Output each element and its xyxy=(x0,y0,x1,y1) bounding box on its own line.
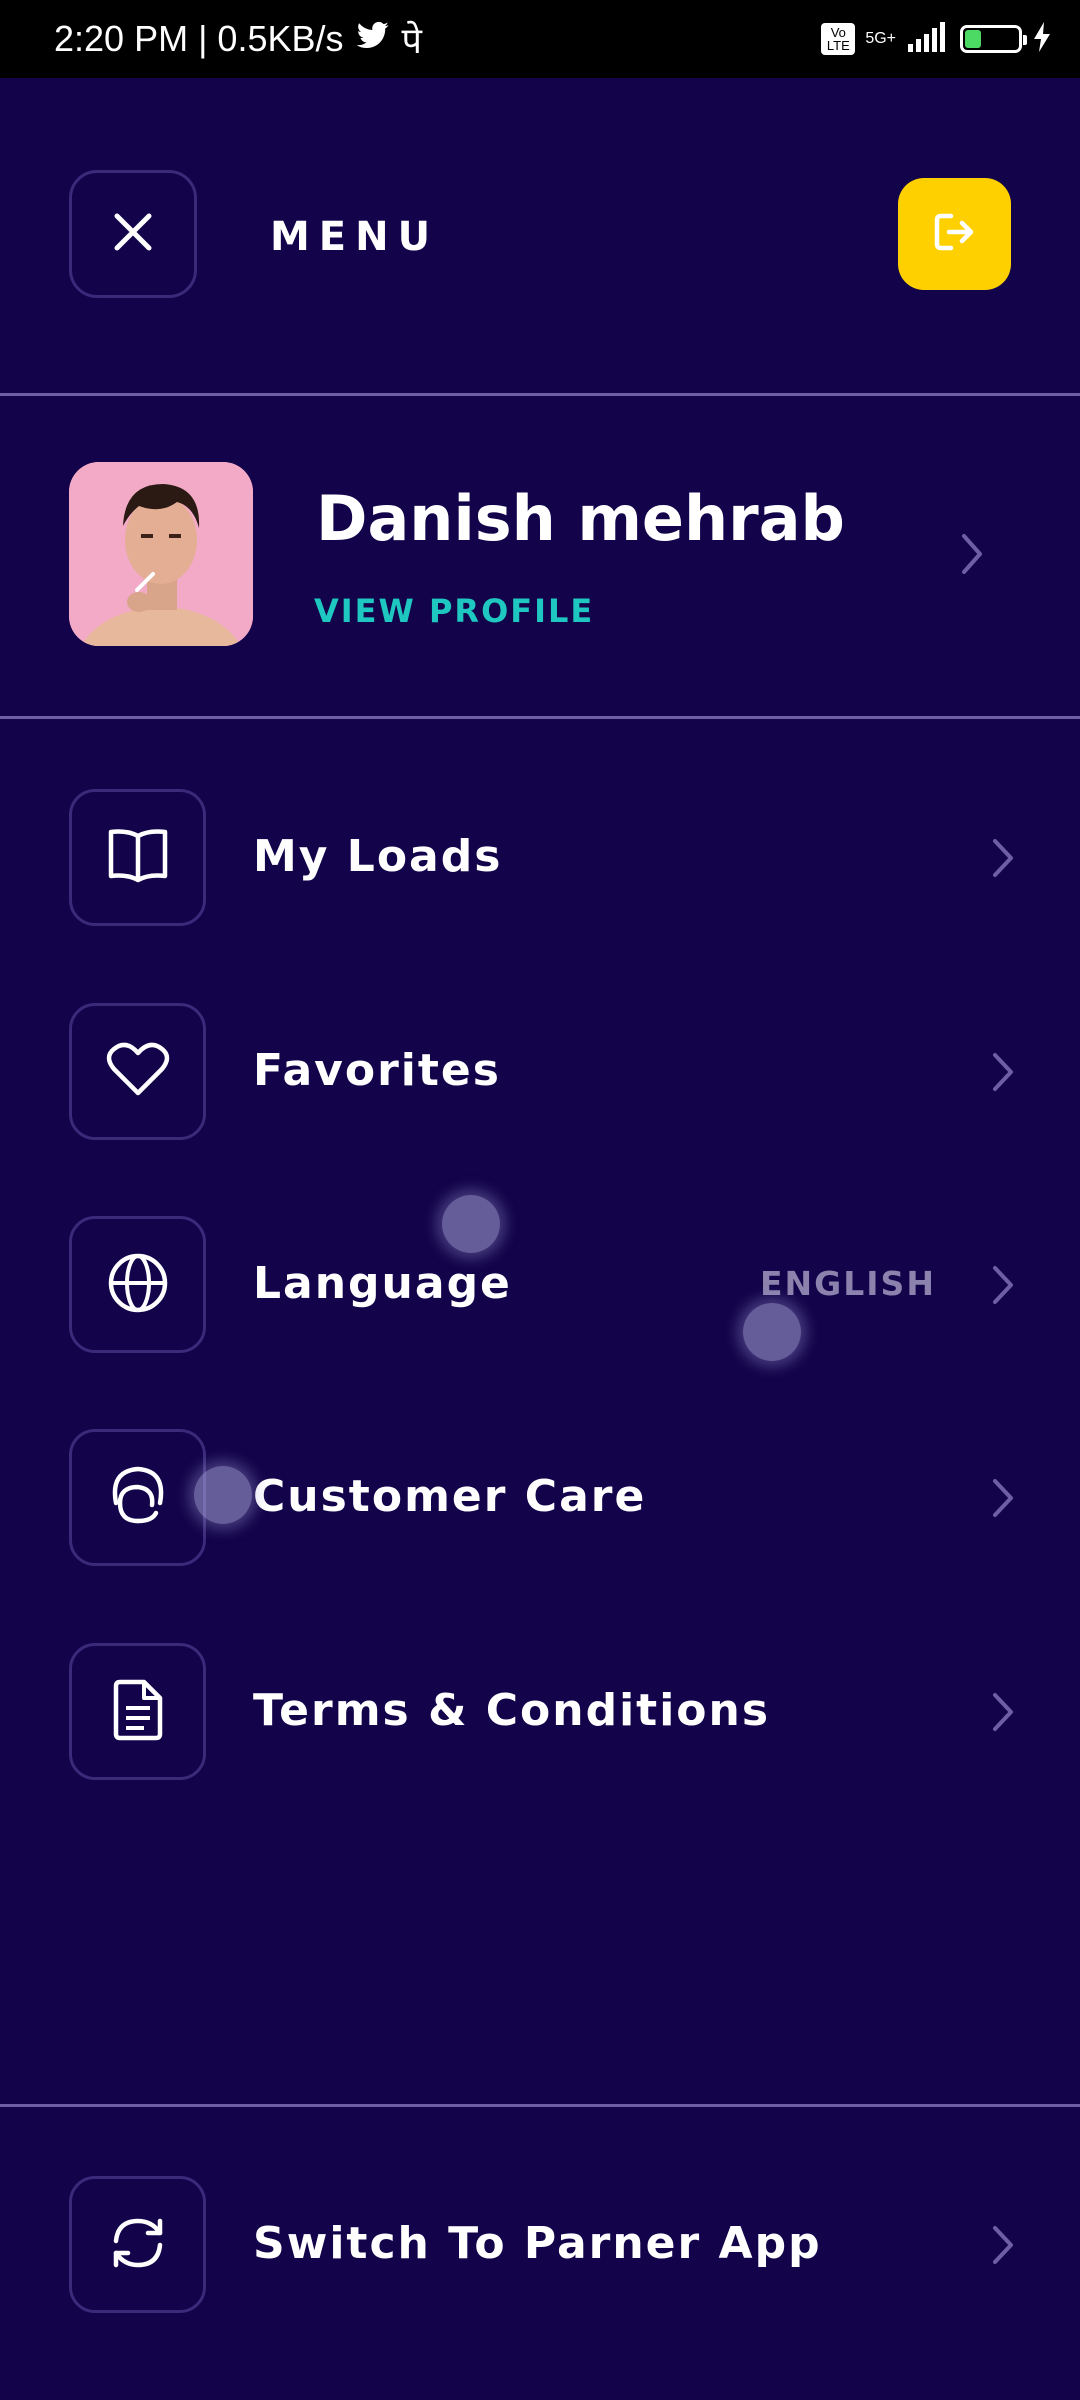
menu-header: MENU xyxy=(0,78,1080,394)
divider-profile xyxy=(0,716,1080,719)
signal-icon xyxy=(906,22,950,56)
touch-indicator xyxy=(194,1466,252,1524)
touch-indicator xyxy=(442,1195,500,1253)
avatar xyxy=(69,462,253,646)
menu-item-terms[interactable]: Terms & Conditions xyxy=(0,1643,1080,1783)
status-left: 2:20 PM | 0.5KB/s पे xyxy=(54,15,422,64)
charging-icon xyxy=(1032,22,1052,56)
touch-indicator xyxy=(743,1303,801,1361)
close-icon xyxy=(111,210,155,258)
heart-icon xyxy=(106,1041,170,1103)
status-time: 2:20 PM | 0.5KB/s xyxy=(54,18,344,59)
menu-item-label: My Loads xyxy=(253,831,503,882)
volte-indicator: Vo LTE xyxy=(821,23,856,55)
twitter-icon xyxy=(356,18,390,60)
item-icon-box xyxy=(69,1429,206,1566)
chevron-right-icon xyxy=(990,2224,1016,2270)
menu-item-customer-care[interactable]: Customer Care xyxy=(0,1429,1080,1569)
language-value: ENGLISH xyxy=(760,1264,936,1303)
divider-bottom xyxy=(0,2104,1080,2107)
switch-partner-app-button[interactable]: Switch To Parner App xyxy=(0,2176,1080,2316)
globe-icon xyxy=(106,1251,170,1319)
chevron-right-icon xyxy=(990,1691,1016,1737)
menu-item-label: Terms & Conditions xyxy=(253,1685,771,1736)
document-icon xyxy=(110,1678,166,1746)
network-type: 5G+ xyxy=(865,30,896,47)
status-bar: 2:20 PM | 0.5KB/s पे Vo LTE 5G+ 31 xyxy=(0,0,1080,78)
menu-item-language[interactable]: Language ENGLISH xyxy=(0,1216,1080,1356)
status-right: Vo LTE 5G+ 31 xyxy=(821,22,1052,56)
battery-icon: 31 xyxy=(960,25,1027,53)
profile-card[interactable]: Danish mehrab VIEW PROFILE xyxy=(0,396,1080,716)
chevron-right-icon xyxy=(990,1477,1016,1523)
item-icon-box xyxy=(69,2176,206,2313)
menu-item-label: Favorites xyxy=(253,1045,501,1096)
status-app-glyph: पे xyxy=(401,19,422,61)
menu-title: MENU xyxy=(270,214,440,260)
battery-level: 31 xyxy=(980,29,1002,49)
profile-name: Danish mehrab xyxy=(316,482,845,555)
item-icon-box xyxy=(69,1216,206,1353)
menu-item-label: Language xyxy=(253,1258,512,1309)
close-button[interactable] xyxy=(69,170,197,298)
item-icon-box xyxy=(69,789,206,926)
chevron-right-icon xyxy=(990,837,1016,883)
chevron-right-icon xyxy=(990,1051,1016,1097)
book-icon xyxy=(105,826,171,890)
logout-button[interactable] xyxy=(898,178,1011,290)
menu-item-favorites[interactable]: Favorites xyxy=(0,1003,1080,1143)
menu-item-label: Customer Care xyxy=(253,1471,647,1522)
chevron-right-icon xyxy=(990,1264,1016,1310)
chevron-right-icon xyxy=(958,532,986,580)
switch-partner-label: Switch To Parner App xyxy=(253,2218,822,2269)
headset-icon xyxy=(106,1463,170,1533)
view-profile-link[interactable]: VIEW PROFILE xyxy=(314,592,594,630)
item-icon-box xyxy=(69,1003,206,1140)
refresh-icon xyxy=(106,2213,170,2277)
logout-icon xyxy=(931,208,979,260)
item-icon-box xyxy=(69,1643,206,1780)
menu-item-my-loads[interactable]: My Loads xyxy=(0,789,1080,929)
